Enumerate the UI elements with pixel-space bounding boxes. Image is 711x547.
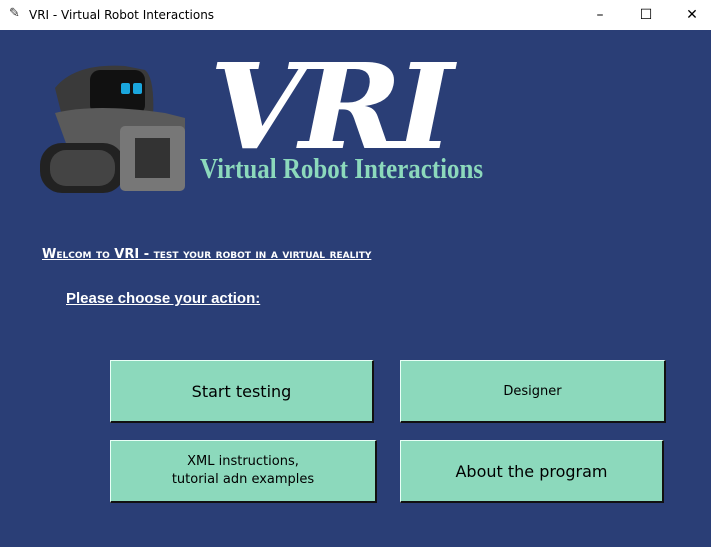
feather-icon: ✎ [9, 6, 20, 21]
minimize-button[interactable]: – [577, 0, 623, 30]
about-program-button[interactable]: About the program [400, 440, 664, 503]
maximize-button[interactable]: ☐ [623, 0, 669, 30]
window-title: VRI - Virtual Robot Interactions [29, 8, 215, 22]
choose-action-label: Please choose your action: [66, 290, 261, 307]
designer-button[interactable]: Designer [400, 360, 666, 423]
xml-button-line2: tutorial adn examples [171, 472, 315, 487]
xml-button-line1: XML instructions, [187, 454, 299, 469]
robot-image [40, 65, 185, 193]
title-bar: ✎ VRI - Virtual Robot Interactions – ☐ ✕ [0, 0, 711, 30]
start-testing-button[interactable]: Start testing [110, 360, 374, 423]
vri-logo: VRI [209, 37, 453, 176]
xml-instructions-button[interactable]: XML instructions, tutorial adn examples [110, 440, 377, 503]
close-button[interactable]: ✕ [669, 0, 711, 30]
welcome-heading: Welcom to VRI - test your robot in a vir… [42, 247, 372, 262]
logo-subtitle: Virtual Robot Interactions [200, 153, 484, 185]
